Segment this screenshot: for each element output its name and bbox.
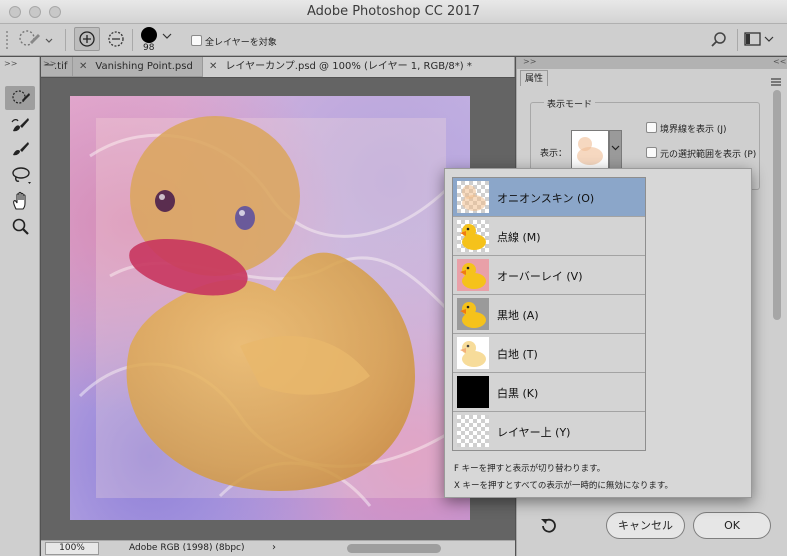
black-white-thumbnail: [457, 376, 489, 408]
view-mode-title: 表示モード: [544, 97, 596, 110]
hint-toggle-view: F キーを押すと表示が切り替わります。: [454, 464, 606, 474]
panel-collapse-icon[interactable]: >>: [523, 57, 536, 66]
on-white-thumbnail: [457, 337, 489, 369]
tools-panel: >>: [0, 57, 40, 556]
quick-selection-tool-icon: [19, 30, 53, 46]
color-profile-readout: Adobe RGB (1998) (8bpc): [129, 543, 245, 553]
collapse-icon[interactable]: >>: [4, 59, 17, 68]
document-image[interactable]: [70, 96, 470, 520]
hand-tool[interactable]: [5, 188, 35, 212]
panel-header: >> <<: [517, 57, 787, 69]
show-edge-checkbox[interactable]: [646, 122, 657, 133]
panel-scrollbar[interactable]: [773, 90, 781, 320]
new-selection-mode-button[interactable]: [74, 27, 100, 51]
workspace-icon: [744, 32, 774, 46]
chevron-down-icon: [611, 145, 620, 151]
view-mode-item-on-white[interactable]: 白地 (T): [453, 334, 645, 373]
status-bar: 100% Adobe RGB (1998) (8bpc) ›: [41, 540, 515, 556]
view-mode-dropdown-button[interactable]: [609, 130, 622, 170]
refine-brush-tool[interactable]: [5, 113, 35, 137]
marching-ants-thumbnail: [457, 220, 489, 252]
tab-layer-comps[interactable]: ✕ レイヤーカンプ.psd @ 100% (レイヤー 1, RGB/8*) *: [203, 57, 515, 77]
view-mode-item-on-black[interactable]: 黒地 (A): [453, 295, 645, 334]
brush-size-picker[interactable]: 98: [138, 26, 178, 55]
overlay-thumbnail: [457, 259, 489, 291]
subtract-brush-icon: [108, 31, 124, 47]
on-black-thumbnail: [457, 298, 489, 330]
tab-tif[interactable]: ー.tif: [41, 57, 73, 77]
on-layers-thumbnail: [457, 415, 489, 447]
show-original-checkbox[interactable]: [646, 147, 657, 158]
sample-all-layers-label: 全レイヤーを対象: [205, 38, 277, 48]
quick-selection-tool[interactable]: [5, 86, 35, 110]
brush-tip-icon: [141, 27, 157, 43]
panel-menu-icon[interactable]: [770, 72, 782, 86]
zoom-tool[interactable]: [5, 214, 35, 238]
cancel-button[interactable]: キャンセル: [606, 512, 685, 539]
view-mode-item-overlay[interactable]: オーバーレイ (V): [453, 256, 645, 295]
workspace-switcher[interactable]: [744, 32, 776, 48]
duck-thumbnail-icon: [577, 137, 603, 165]
display-label: 表示：: [540, 149, 568, 159]
status-menu-arrow-icon[interactable]: ›: [272, 542, 276, 553]
search-button[interactable]: [710, 31, 728, 49]
close-tab-icon[interactable]: ✕: [209, 61, 217, 72]
view-mode-thumbnail[interactable]: [571, 130, 609, 170]
document-tabs: >> ー.tif ✕ Vanishing Point.psd ✕ レイヤーカンプ.p…: [41, 57, 515, 77]
tool-preset-picker[interactable]: [16, 28, 56, 52]
view-mode-list: オニオンスキン (O) 点線 (M) オーバーレイ (V) 黒地 (A) 白地 …: [452, 177, 646, 451]
horizontal-scrollbar[interactable]: [347, 544, 441, 553]
zoom-level-field[interactable]: 100%: [45, 542, 99, 555]
options-bar: 98 全レイヤーを対象: [0, 24, 787, 56]
brush-tool[interactable]: [5, 137, 35, 161]
show-original-label: 元の選択範囲を表示 (P): [660, 150, 757, 160]
brush-size-value: 98: [143, 43, 155, 53]
quick-selection-brush-icon: [12, 90, 30, 104]
view-mode-item-on-layers[interactable]: レイヤー上 (Y): [453, 412, 645, 451]
tab-properties[interactable]: 属性: [520, 70, 548, 86]
ok-button[interactable]: OK: [693, 512, 771, 539]
chevron-down-icon: [162, 33, 172, 39]
lasso-icon: [12, 167, 31, 184]
reset-arrow-icon: [541, 518, 556, 533]
subtract-selection-mode-button[interactable]: [104, 27, 128, 51]
window-title: Adobe Photoshop CC 2017: [306, 4, 481, 19]
magnifier-icon: [12, 218, 29, 235]
sample-all-layers-checkbox[interactable]: [191, 35, 202, 46]
grip-icon: [4, 28, 10, 52]
refine-edge-brush-icon: [11, 118, 29, 132]
search-icon: [711, 32, 726, 47]
view-mode-item-black-white[interactable]: 白黒 (K): [453, 373, 645, 412]
hint-disable-views: X キーを押すとすべての表示が一時的に無効になります。: [454, 481, 673, 491]
tab-vanishing-point[interactable]: ✕ Vanishing Point.psd: [73, 57, 203, 77]
show-edge-label: 境界線を表示 (J): [660, 125, 727, 135]
view-mode-item-marching-ants[interactable]: 点線 (M): [453, 217, 645, 256]
onion-skin-thumbnail: [457, 181, 489, 213]
rubber-duck-artwork: [78, 116, 466, 507]
add-brush-icon: [79, 31, 95, 47]
view-mode-item-onion-skin[interactable]: オニオンスキン (O): [453, 178, 645, 217]
title-bar: Adobe Photoshop CC 2017: [0, 0, 787, 24]
brush-icon: [13, 142, 29, 156]
close-tab-icon[interactable]: ✕: [79, 61, 87, 72]
lasso-tool[interactable]: [5, 163, 35, 187]
hand-icon: [13, 191, 26, 210]
panel-expand-icon[interactable]: <<: [773, 57, 786, 66]
reset-button[interactable]: [538, 516, 558, 536]
